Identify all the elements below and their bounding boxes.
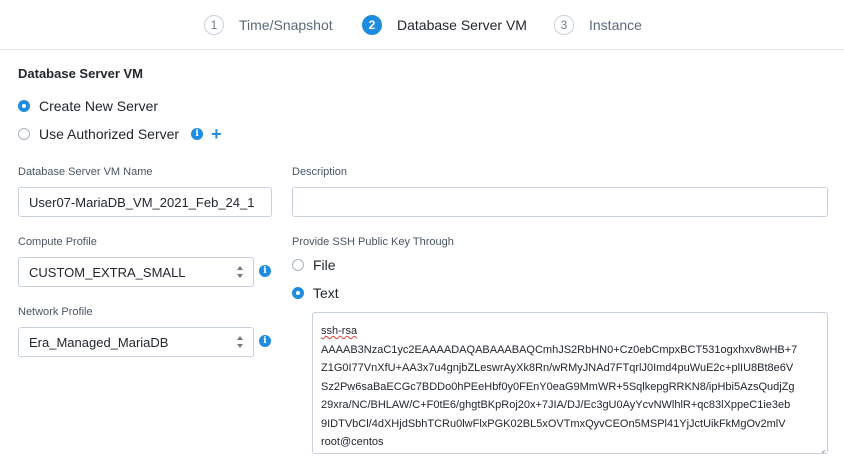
radio-button[interactable] bbox=[18, 128, 30, 140]
info-icon[interactable]: i bbox=[259, 335, 271, 347]
info-icon[interactable]: i bbox=[191, 128, 204, 140]
radio-ssh-file[interactable]: File bbox=[292, 257, 336, 273]
radio-label: Use Authorized Server bbox=[39, 126, 180, 142]
ssh-key-line: ssh-rsa bbox=[321, 325, 358, 337]
compute-profile-value: CUSTOM_EXTRA_SMALL bbox=[29, 264, 186, 280]
vm-name-input[interactable]: User07-MariaDB_VM_2021_Feb_24_1 bbox=[18, 187, 272, 217]
step-label: Time/Snapshot bbox=[239, 17, 333, 33]
compute-profile-label: Compute Profile bbox=[18, 236, 97, 248]
wizard-steps: 1 Time/Snapshot 2 Database Server VM 3 I… bbox=[0, 0, 844, 50]
step-number: 3 bbox=[554, 15, 574, 35]
ssh-key-textarea[interactable]: ssh-rsa AAAAB3NzaC1yc2EAAAADAQABAAABAQCm… bbox=[312, 312, 828, 454]
resize-handle-icon[interactable] bbox=[817, 443, 825, 451]
radio-button[interactable] bbox=[292, 259, 304, 271]
radio-create-new-server[interactable]: Create New Server bbox=[18, 98, 158, 114]
step-database-server-vm[interactable]: 2 Database Server VM bbox=[362, 14, 527, 36]
step-time-snapshot[interactable]: 1 Time/Snapshot bbox=[204, 14, 333, 36]
radio-label: Create New Server bbox=[39, 98, 159, 114]
description-label: Description bbox=[292, 166, 348, 178]
step-number: 1 bbox=[204, 15, 224, 35]
step-label: Instance bbox=[589, 17, 642, 33]
chevron-updown-icon bbox=[236, 336, 244, 348]
ssh-key-line: AAAAB3NzaC1yc2EAAAADAQABAAABAQCmhJS2RbHN… bbox=[321, 343, 798, 356]
network-profile-select[interactable]: Era_Managed_MariaDB bbox=[18, 327, 254, 357]
network-profile-value: Era_Managed_MariaDB bbox=[29, 334, 169, 350]
ssh-key-line: 29xra/NC/BHLAW/C+F0tE6/ghgtBKpRoj20x+7JI… bbox=[321, 399, 791, 411]
section-title: Database Server VM bbox=[18, 66, 144, 81]
ssh-key-line: Sz2Pw6saBaECGc7BDDo0hPEeHbf0y0FEnY0eaG9M… bbox=[321, 380, 795, 393]
description-input[interactable] bbox=[292, 187, 828, 217]
vm-name-label: Database Server VM Name bbox=[18, 166, 153, 178]
network-profile-label: Network Profile bbox=[18, 306, 93, 318]
radio-use-authorized-server[interactable]: Use Authorized Server i + bbox=[18, 125, 222, 143]
radio-ssh-text[interactable]: Text bbox=[292, 285, 339, 301]
ssh-key-line: Z1G0I77VnXfU+AA3x7u4gnjbZLeswrAyXk8Rn/wR… bbox=[321, 362, 794, 374]
info-icon[interactable]: i bbox=[259, 265, 271, 277]
radio-label: Text bbox=[313, 285, 339, 301]
plus-icon[interactable]: + bbox=[211, 125, 222, 143]
step-instance[interactable]: 3 Instance bbox=[554, 14, 642, 36]
ssh-key-line: root@centos bbox=[321, 436, 384, 448]
radio-button[interactable] bbox=[292, 287, 304, 299]
step-label: Database Server VM bbox=[397, 17, 527, 33]
ssh-key-label: Provide SSH Public Key Through bbox=[292, 236, 454, 248]
radio-label: File bbox=[313, 257, 336, 273]
ssh-key-line: 9IDTVbCl/4dXHjdSbhTCRu0lwFlxPGK02BL5xOVT… bbox=[321, 417, 786, 430]
chevron-updown-icon bbox=[236, 266, 244, 278]
step-number: 2 bbox=[362, 15, 382, 35]
compute-profile-select[interactable]: CUSTOM_EXTRA_SMALL bbox=[18, 257, 254, 287]
radio-button[interactable] bbox=[18, 100, 30, 112]
